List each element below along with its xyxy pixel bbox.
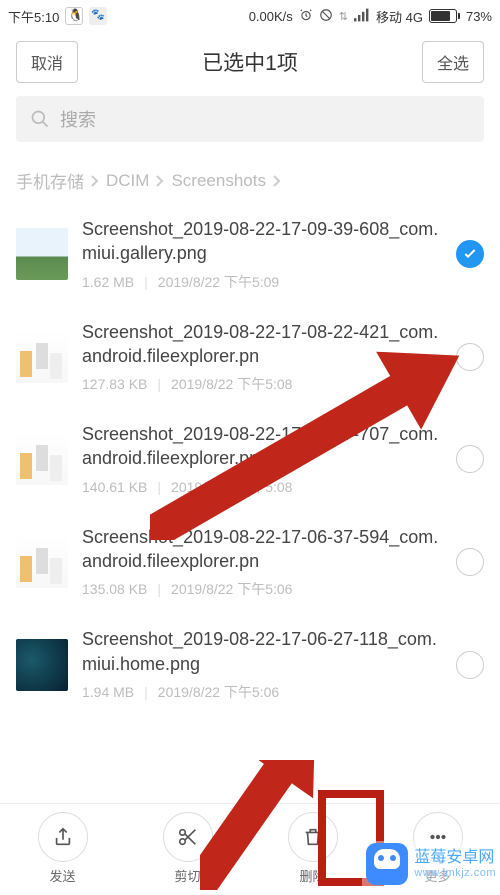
chevron-right-icon bbox=[155, 174, 165, 188]
app-notification-icon bbox=[89, 7, 107, 25]
file-date: 2019/8/22 下午5:09 bbox=[158, 272, 279, 292]
cut-button[interactable]: 剪切 bbox=[163, 812, 213, 885]
qq-notification-icon bbox=[65, 7, 83, 25]
search-placeholder: 搜索 bbox=[60, 106, 96, 132]
selection-checkbox[interactable] bbox=[456, 445, 484, 473]
send-button[interactable]: 发送 bbox=[38, 812, 88, 885]
cancel-button[interactable]: 取消 bbox=[16, 41, 78, 83]
file-name: Screenshot_2019-08-22-17-06-27-118_com.m… bbox=[82, 627, 442, 676]
dnd-icon bbox=[319, 8, 333, 25]
file-date: 2019/8/22 下午5:08 bbox=[171, 374, 292, 394]
file-thumbnail bbox=[16, 639, 68, 691]
file-thumbnail bbox=[16, 228, 68, 280]
breadcrumb[interactable]: 手机存储 DCIM Screenshots bbox=[0, 156, 500, 203]
selection-checkbox[interactable] bbox=[456, 651, 484, 679]
file-name: Screenshot_2019-08-22-17-08-22-421_com.a… bbox=[82, 320, 442, 369]
check-icon bbox=[462, 246, 478, 262]
battery-percent: 73% bbox=[466, 9, 492, 24]
file-thumbnail bbox=[16, 536, 68, 588]
file-name: Screenshot_2019-08-22-17-09-39-608_com.m… bbox=[82, 217, 442, 266]
data-icon: ⇅ bbox=[339, 10, 348, 23]
crumb-segment[interactable]: 手机存储 bbox=[16, 168, 84, 193]
delete-label: 删除 bbox=[299, 866, 325, 885]
file-date: 2019/8/22 下午5:06 bbox=[171, 579, 292, 599]
watermark-icon bbox=[366, 843, 408, 885]
selection-checkbox[interactable] bbox=[456, 343, 484, 371]
carrier-label: 移动 4G bbox=[376, 7, 423, 26]
list-item[interactable]: Screenshot_2019-08-22-17-08-22-421_com.a… bbox=[0, 306, 500, 409]
file-thumbnail bbox=[16, 433, 68, 485]
file-size: 127.83 KB bbox=[82, 376, 147, 392]
file-name: Screenshot_2019-08-22-17-06-37-594_com.a… bbox=[82, 525, 442, 574]
battery-icon bbox=[429, 9, 460, 23]
selection-header: 取消 已选中1项 全选 bbox=[0, 32, 500, 92]
page-title: 已选中1项 bbox=[88, 47, 412, 77]
file-size: 140.61 KB bbox=[82, 479, 147, 495]
list-item[interactable]: Screenshot_2019-08-22-17-06-27-118_com.m… bbox=[0, 613, 500, 716]
selection-checkbox[interactable] bbox=[456, 548, 484, 576]
file-size: 1.94 MB bbox=[82, 684, 134, 700]
file-date: 2019/8/22 下午5:08 bbox=[171, 477, 292, 497]
cut-label: 剪切 bbox=[174, 866, 200, 885]
search-icon bbox=[30, 109, 50, 129]
file-size: 1.62 MB bbox=[82, 274, 134, 290]
list-item[interactable]: Screenshot_2019-08-22-17-08-17-707_com.a… bbox=[0, 408, 500, 511]
trash-icon bbox=[302, 826, 324, 848]
network-speed: 0.00K/s bbox=[249, 9, 293, 24]
chevron-right-icon bbox=[90, 174, 100, 188]
selection-checkbox[interactable] bbox=[456, 240, 484, 268]
share-icon bbox=[52, 826, 74, 848]
delete-button[interactable]: 删除 bbox=[288, 812, 338, 885]
signal-icon bbox=[354, 8, 370, 25]
send-label: 发送 bbox=[49, 866, 75, 885]
watermark: 蓝莓安卓网 www.lmkjz.com bbox=[362, 841, 500, 887]
file-name: Screenshot_2019-08-22-17-08-17-707_com.a… bbox=[82, 422, 442, 471]
chevron-right-icon bbox=[272, 174, 282, 188]
file-thumbnail bbox=[16, 331, 68, 383]
file-date: 2019/8/22 下午5:06 bbox=[158, 682, 279, 702]
scissors-icon bbox=[177, 826, 199, 848]
crumb-segment[interactable]: Screenshots bbox=[171, 171, 266, 191]
watermark-title: 蓝莓安卓网 bbox=[414, 849, 496, 867]
file-size: 135.08 KB bbox=[82, 581, 147, 597]
status-time: 下午5:10 bbox=[8, 7, 59, 26]
watermark-url: www.lmkjz.com bbox=[414, 867, 496, 879]
list-item[interactable]: Screenshot_2019-08-22-17-06-37-594_com.a… bbox=[0, 511, 500, 614]
search-input[interactable]: 搜索 bbox=[16, 96, 484, 142]
alarm-icon bbox=[299, 8, 313, 25]
file-list: Screenshot_2019-08-22-17-09-39-608_com.m… bbox=[0, 203, 500, 716]
crumb-segment[interactable]: DCIM bbox=[106, 171, 149, 191]
list-item[interactable]: Screenshot_2019-08-22-17-09-39-608_com.m… bbox=[0, 203, 500, 306]
status-bar: 下午5:10 0.00K/s ⇅ 移动 4G 73% bbox=[0, 0, 500, 32]
select-all-button[interactable]: 全选 bbox=[422, 41, 484, 83]
